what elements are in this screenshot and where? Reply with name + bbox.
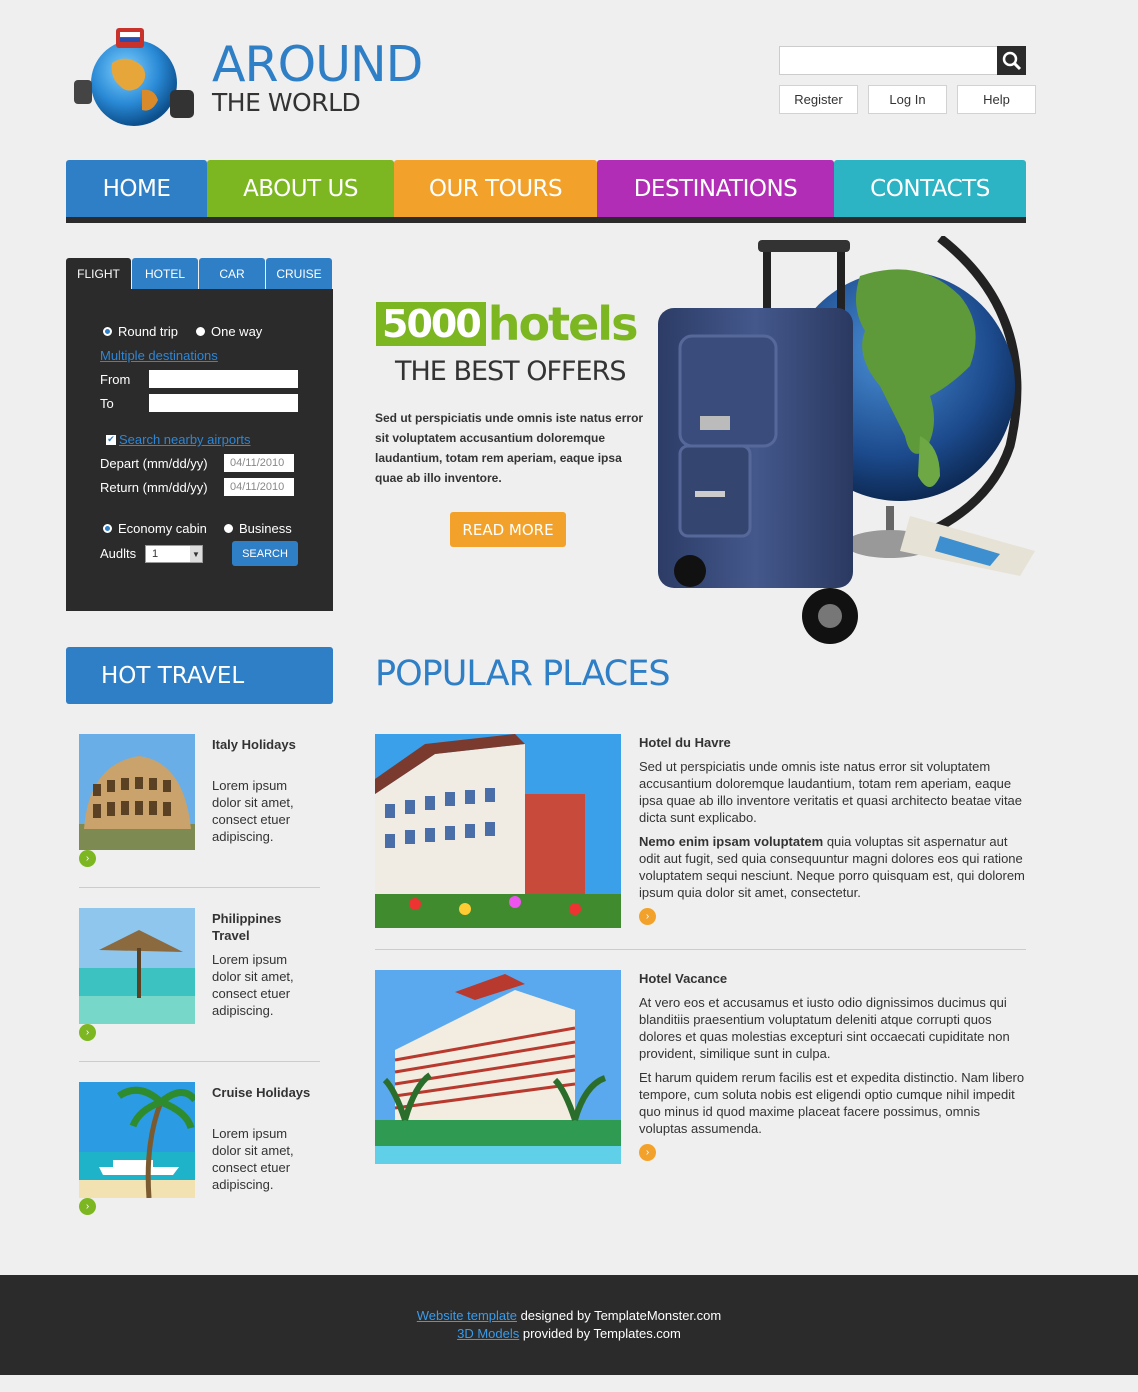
logo-globe-image: [72, 28, 198, 128]
nav-contacts[interactable]: CONTACTS: [834, 160, 1026, 218]
nearby-airports-checkbox[interactable]: ✔ Search nearby airports: [106, 432, 251, 447]
place-description: At vero eos et accusamus et iusto odio d…: [639, 995, 1010, 1061]
checkmark-icon: ✔: [106, 434, 116, 445]
suitcase-globe-image: [640, 234, 1040, 650]
one-way-label: One way: [211, 324, 263, 339]
depart-date-input[interactable]: 04/11/2010: [224, 454, 294, 472]
hotel-du-havre-image[interactable]: [375, 734, 621, 928]
from-input[interactable]: [149, 370, 298, 388]
chevron-down-icon: ▼: [190, 546, 202, 562]
business-radio[interactable]: Business: [224, 521, 292, 536]
multiple-destinations-link[interactable]: Multiple destinations: [100, 348, 218, 363]
place-title[interactable]: Hotel du Havre: [639, 735, 731, 750]
hero-subtitle: THE BEST OFFERS: [395, 356, 627, 387]
place-description: Sed ut perspiciatis unde omnis iste natu…: [639, 759, 1023, 825]
search-icon: [1002, 51, 1021, 70]
round-trip-label: Round trip: [118, 324, 178, 339]
place-description: Et harum quidem rerum facilis est et exp…: [639, 1070, 1025, 1136]
hot-travel-title[interactable]: Cruise Holidays: [212, 1084, 312, 1101]
main-nav: HOME ABOUT US OUR TOURS DESTINATIONS CON…: [66, 160, 1026, 218]
adults-value: 1: [152, 548, 159, 560]
booking-tabs: FLIGHT HOTEL CAR CRUISE: [66, 258, 332, 290]
radio-icon: [224, 524, 233, 533]
hot-travel-item: Cruise Holidays Lorem ipsum dolor sit am…: [79, 1082, 320, 1215]
hero-text: Sed ut perspiciatis unde omnis iste natu…: [375, 411, 644, 485]
radio-icon: [196, 327, 205, 336]
search-input[interactable]: [779, 46, 998, 75]
footer-line: Website template designed by TemplateMon…: [0, 1308, 1138, 1323]
nav-about-us[interactable]: ABOUT US: [207, 160, 394, 218]
hot-travel-title[interactable]: Philippines Travel: [212, 910, 312, 944]
cruise-palm-image[interactable]: [79, 1082, 195, 1198]
register-button[interactable]: Register: [779, 85, 858, 114]
booking-search-button[interactable]: SEARCH: [232, 541, 298, 566]
to-label: To: [100, 396, 114, 411]
return-date-input[interactable]: 04/11/2010: [224, 478, 294, 496]
footer-text: designed by TemplateMonster.com: [516, 1308, 722, 1323]
hot-travel-desc: Lorem ipsum dolor sit amet, consect etue…: [212, 1126, 294, 1192]
hero-word: hotels: [487, 297, 639, 351]
help-button[interactable]: Help: [957, 85, 1036, 114]
arrow-right-icon[interactable]: ›: [79, 850, 96, 867]
place-description: Nemo enim ipsam voluptatem quia voluptas…: [639, 833, 1027, 901]
nearby-airports-link[interactable]: Search nearby airports: [119, 432, 251, 447]
hero-badge: 5000 hotels: [376, 297, 638, 351]
radio-selected-icon: [103, 327, 112, 336]
colosseum-image[interactable]: [79, 734, 195, 850]
economy-radio[interactable]: Economy cabin: [103, 521, 207, 536]
search-button[interactable]: [997, 46, 1026, 75]
footer-text: provided by Templates.com: [519, 1326, 681, 1341]
radio-selected-icon: [103, 524, 112, 533]
adults-select[interactable]: 1 ▼: [145, 545, 203, 563]
from-label: From: [100, 372, 131, 387]
hot-travel-item: Italy Holidays Lorem ipsum dolor sit ame…: [79, 734, 320, 867]
hot-travel-title[interactable]: Italy Holidays: [212, 736, 312, 753]
divider: [79, 887, 320, 888]
footer-line: 3D Models provided by Templates.com: [0, 1326, 1138, 1341]
3d-models-link[interactable]: 3D Models: [457, 1326, 519, 1341]
divider: [375, 949, 1026, 950]
hotel-vacance-image[interactable]: [375, 970, 621, 1164]
logo-subtitle[interactable]: THE WORLD: [212, 90, 361, 115]
footer: Website template designed by TemplateMon…: [0, 1275, 1138, 1375]
nav-destinations[interactable]: DESTINATIONS: [597, 160, 834, 218]
nav-underline: [66, 217, 1026, 223]
place-emphasis: Nemo enim ipsam voluptatem: [639, 834, 824, 849]
place-title[interactable]: Hotel Vacance: [639, 971, 727, 986]
one-way-radio[interactable]: One way: [196, 324, 262, 339]
business-label: Business: [239, 521, 292, 536]
popular-places-heading: POPULAR PLACES: [375, 654, 671, 694]
round-trip-radio[interactable]: Round trip: [103, 324, 178, 339]
hot-travel-desc: Lorem ipsum dolor sit amet, consect etue…: [212, 952, 294, 1018]
top-links: Register Log In Help: [779, 85, 1036, 114]
tab-car[interactable]: CAR: [199, 258, 265, 290]
tab-flight[interactable]: FLIGHT: [66, 258, 131, 290]
to-input[interactable]: [149, 394, 298, 412]
adults-label: Audlts: [100, 546, 137, 561]
login-button[interactable]: Log In: [868, 85, 947, 114]
divider: [79, 1061, 320, 1062]
arrow-right-icon[interactable]: ›: [639, 1144, 656, 1161]
arrow-right-icon[interactable]: ›: [79, 1198, 96, 1215]
hot-travel-heading: HOT TRAVEL: [66, 647, 333, 704]
depart-label: Depart (mm/dd/yy): [100, 456, 208, 471]
arrow-right-icon[interactable]: ›: [79, 1024, 96, 1041]
tab-cruise[interactable]: CRUISE: [266, 258, 332, 290]
tab-hotel[interactable]: HOTEL: [132, 258, 198, 290]
arrow-right-icon[interactable]: ›: [639, 908, 656, 925]
beach-hut-image[interactable]: [79, 908, 195, 1024]
logo-title[interactable]: AROUND: [212, 40, 423, 89]
economy-label: Economy cabin: [118, 521, 207, 536]
nav-our-tours[interactable]: OUR TOURS: [394, 160, 597, 218]
website-template-link[interactable]: Website template: [417, 1308, 517, 1323]
hot-travel-desc: Lorem ipsum dolor sit amet, consect etue…: [212, 778, 294, 844]
hot-travel-item: Philippines Travel Lorem ipsum dolor sit…: [79, 908, 320, 1041]
hero-number: 5000: [376, 302, 486, 346]
return-label: Return (mm/dd/yy): [100, 480, 208, 495]
read-more-button[interactable]: READ MORE: [450, 512, 566, 547]
booking-panel: Round trip One way Multiple destinations…: [66, 289, 333, 611]
nav-home[interactable]: HOME: [66, 160, 207, 218]
